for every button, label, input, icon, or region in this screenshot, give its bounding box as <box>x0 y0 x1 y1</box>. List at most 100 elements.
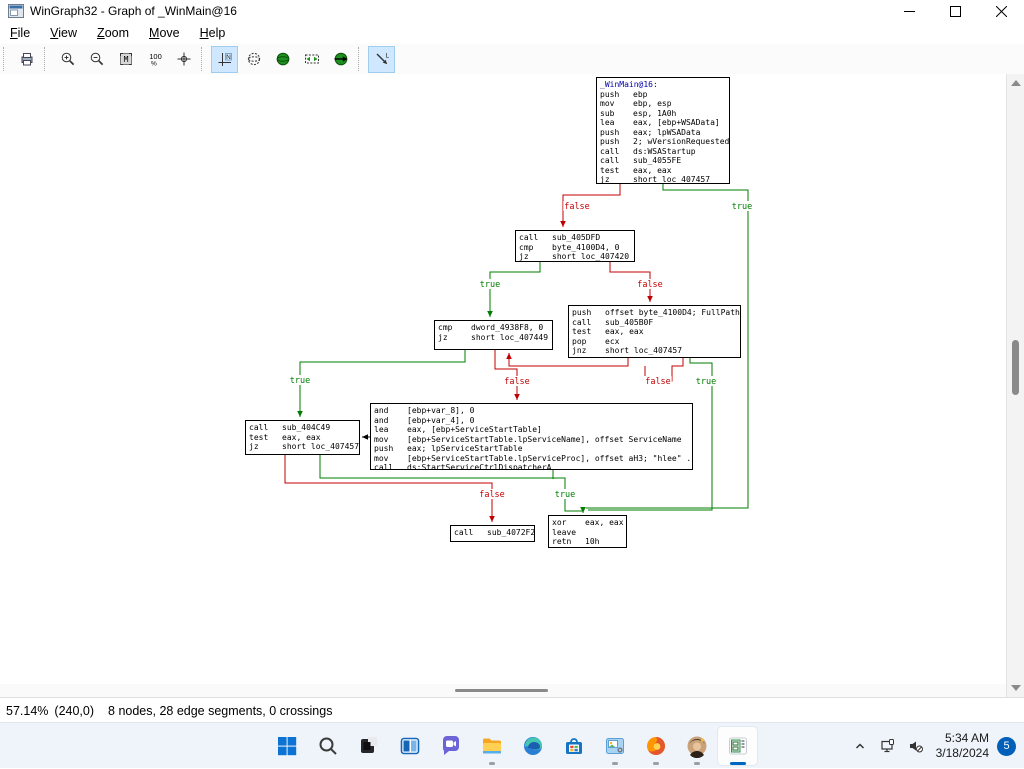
asm-operands: [ebp+ServiceStartTable.lpServiceProc], o… <box>407 454 693 464</box>
taskbar-media-app-button[interactable] <box>594 726 635 766</box>
system-tray: 5:34 AM 3/18/2024 5 <box>846 723 1020 769</box>
toolbar-gripper <box>44 47 49 71</box>
toolbar-follow-edge-button[interactable]: L <box>368 46 395 73</box>
menu-zoom[interactable]: Zoom <box>87 24 139 42</box>
taskbar-chat-button[interactable] <box>430 726 471 766</box>
svg-text:L: L <box>385 53 389 60</box>
toolbar-gripper <box>3 47 8 71</box>
asm-mnemonic: call <box>572 318 605 328</box>
edge-arrowhead <box>489 516 495 522</box>
graph-node-sub-404c49[interactable]: callsub_404C49testeax, eaxjzshort loc_40… <box>245 420 360 455</box>
menu-move[interactable]: Move <box>139 24 190 42</box>
chevron-up-icon <box>852 738 868 754</box>
asm-operands: eax; lpServiceStartTable <box>407 444 523 454</box>
toolbar-sphere-dashed-button[interactable] <box>240 46 267 73</box>
asm-operands: short loc_407457 <box>633 175 710 184</box>
asm-mnemonic: push <box>600 137 633 147</box>
taskbar-portrait-app-button[interactable] <box>676 726 717 766</box>
edge-label: true <box>480 280 500 290</box>
taskbar-firefox-button[interactable] <box>635 726 676 766</box>
toolbar-fit-window-button[interactable]: M <box>112 46 139 73</box>
taskbar: 5:34 AM 3/18/2024 5 <box>0 722 1024 768</box>
volume-muted-icon <box>908 738 924 754</box>
status-summary: 8 nodes, 28 edge segments, 0 crossings <box>108 704 332 718</box>
menu-view[interactable]: View <box>40 24 87 42</box>
taskbar-edge-button[interactable] <box>512 726 553 766</box>
edge-arrowhead <box>487 311 493 317</box>
edge-label: true <box>290 376 310 386</box>
toolbar-fisheye-view-button[interactable] <box>298 46 325 73</box>
graph-node-sub-4072f2[interactable]: callsub_4072F2 <box>450 525 535 542</box>
graph-node-check-flag[interactable]: callsub_405DFDcmpbyte_4100D4, 0jzshort l… <box>515 230 635 262</box>
asm-mnemonic: jnz <box>572 346 605 356</box>
toolbar-zoom-100-button[interactable]: 100% <box>141 46 168 73</box>
graph-node-check-dword[interactable]: cmpdword_4938F8, 0jzshort loc_407449 <box>434 320 553 350</box>
asm-operands: short loc_407449 <box>471 333 548 343</box>
edge-label: true <box>555 490 575 500</box>
asm-mnemonic: lea <box>600 118 633 128</box>
horizontal-scrollbar[interactable] <box>0 684 1006 697</box>
asm-operands: eax, eax <box>605 327 644 337</box>
asm-mnemonic: cmp <box>438 323 471 333</box>
asm-operands: eax, eax <box>585 518 624 528</box>
taskbar-wingraph32-button[interactable] <box>717 726 758 766</box>
asm-operands: 2; wVersionRequested <box>633 137 729 147</box>
toolbar-sphere-solid-button[interactable] <box>269 46 296 73</box>
file-explorer-icon <box>480 734 504 758</box>
maximize-button[interactable] <box>932 0 978 22</box>
vertical-scrollbar-thumb[interactable] <box>1012 340 1019 395</box>
toolbar: M100% N L <box>0 44 1024 75</box>
menu-help[interactable]: Help <box>190 24 236 42</box>
tray-network-display-button[interactable] <box>874 738 902 754</box>
asm-mnemonic: mov <box>374 435 407 445</box>
taskbar-dark-app-button[interactable] <box>348 726 389 766</box>
tray-volume-muted-button[interactable] <box>902 738 930 754</box>
asm-mnemonic: call <box>519 233 552 243</box>
taskbar-clock[interactable]: 5:34 AM 3/18/2024 <box>936 731 989 761</box>
graph-node-entry[interactable]: _WinMain@16:pushebpmovebp, espsubesp, 1A… <box>596 77 730 184</box>
graph-node-fullpath[interactable]: pushoffset byte_4100D4; FullPathcallsub_… <box>568 305 741 358</box>
scroll-down-arrow[interactable] <box>1011 685 1021 691</box>
taskbar-start-button[interactable] <box>266 726 307 766</box>
scroll-up-arrow[interactable] <box>1011 80 1021 86</box>
asm-mnemonic: jz <box>438 333 471 343</box>
follow-edge-icon: L <box>374 51 390 67</box>
taskbar-icons <box>266 723 758 769</box>
toolbar-print-button[interactable] <box>13 46 40 73</box>
close-button[interactable] <box>978 0 1024 22</box>
asm-mnemonic: test <box>249 433 282 443</box>
vertical-scrollbar[interactable] <box>1006 74 1024 697</box>
taskbar-search-button[interactable] <box>307 726 348 766</box>
asm-mnemonic: and <box>374 416 407 426</box>
taskbar-blue-pane-app-button[interactable] <box>389 726 430 766</box>
asm-mnemonic: sub <box>600 109 633 119</box>
toolbar-zoom-in-button[interactable] <box>54 46 81 73</box>
toolbar-center-graph-button[interactable] <box>170 46 197 73</box>
menu-file[interactable]: File <box>0 24 40 42</box>
node-label: _WinMain@16: <box>600 80 658 90</box>
minimize-button[interactable] <box>886 0 932 22</box>
graph-node-service-start[interactable]: and[ebp+var_8], 0and[ebp+var_4], 0leaeax… <box>370 403 693 470</box>
toolbar-zoom-out-button[interactable] <box>83 46 110 73</box>
asm-mnemonic: push <box>600 128 633 138</box>
asm-operands: dword_4938F8, 0 <box>471 323 543 333</box>
graph-canvas[interactable]: falsetruetruefalsetruefalsefalsetruefals… <box>0 74 1006 697</box>
taskbar-file-explorer-button[interactable] <box>471 726 512 766</box>
asm-operands: eax, [ebp+ServiceStartTable] <box>407 425 542 435</box>
running-indicator <box>730 762 746 765</box>
asm-mnemonic: jz <box>519 252 552 262</box>
toolbar-gripper <box>201 47 206 71</box>
firefox-icon <box>644 734 668 758</box>
clock-time: 5:34 AM <box>936 731 989 746</box>
asm-mnemonic: call <box>600 156 633 166</box>
horizontal-scrollbar-thumb[interactable] <box>455 689 548 692</box>
graph-node-exit[interactable]: xoreax, eaxleaveretn10h <box>548 515 627 548</box>
zoom-in-icon <box>60 51 76 67</box>
taskbar-store-button[interactable] <box>553 726 594 766</box>
tray-chevron-up-button[interactable] <box>846 738 874 754</box>
asm-operands: ecx <box>605 337 619 347</box>
notification-badge[interactable]: 5 <box>997 737 1016 756</box>
running-indicator <box>694 762 700 765</box>
toolbar-sphere-move-button[interactable] <box>327 46 354 73</box>
toolbar-origin-axes-button[interactable]: N <box>211 46 238 73</box>
